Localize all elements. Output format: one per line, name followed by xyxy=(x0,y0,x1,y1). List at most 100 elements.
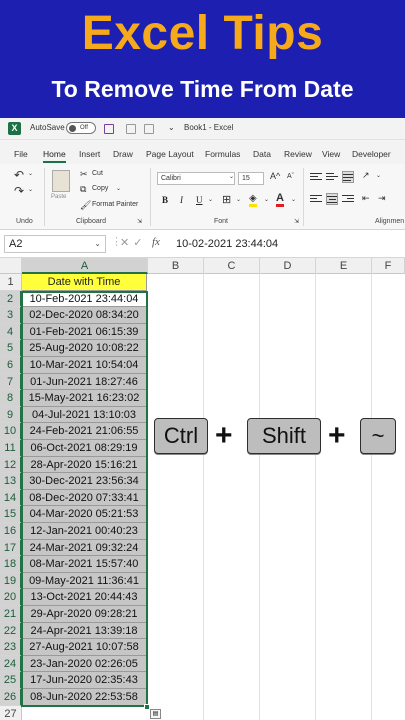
table-cell[interactable]: 01-Jun-2021 18:27:46 xyxy=(22,373,147,391)
table-cell[interactable]: 23-Jan-2020 02:26:05 xyxy=(22,655,147,673)
format-painter-icon[interactable]: 🖌 xyxy=(80,200,91,211)
redo-icon[interactable]: ↷ xyxy=(14,184,24,198)
row-header[interactable]: 8 xyxy=(0,390,22,407)
table-cell[interactable]: 06-Oct-2021 08:29:19 xyxy=(22,440,147,457)
align-center-icon[interactable] xyxy=(326,193,338,205)
column-header-e[interactable]: E xyxy=(316,258,372,274)
row-header[interactable]: 16 xyxy=(0,523,22,540)
table-cell[interactable]: 08-Dec-2020 07:33:41 xyxy=(22,489,147,507)
format-painter-label[interactable]: Format Painter xyxy=(92,201,138,208)
bold-button[interactable]: B xyxy=(162,195,168,205)
row-header[interactable]: 2 xyxy=(0,290,22,308)
table-cell[interactable]: 24-Apr-2021 13:39:18 xyxy=(22,622,147,640)
align-left-icon[interactable] xyxy=(310,193,322,205)
insert-function-icon[interactable]: fx xyxy=(152,236,160,248)
chevron-down-icon[interactable]: ⌄ xyxy=(94,236,101,252)
font-name-select[interactable]: Calibri xyxy=(157,172,235,185)
tab-data[interactable]: Data xyxy=(253,149,271,159)
font-launcher-icon[interactable]: ⇲ xyxy=(294,218,299,225)
row-header[interactable]: 23 xyxy=(0,639,22,656)
table-cell[interactable]: 13-Oct-2021 20:44:43 xyxy=(22,589,147,606)
tab-formulas[interactable]: Formulas xyxy=(205,149,240,159)
copy-label[interactable]: Copy xyxy=(92,185,108,192)
column-header-b[interactable]: B xyxy=(148,258,204,274)
formula-input[interactable]: 10-02-2021 23:44:04 xyxy=(168,235,403,253)
row-header[interactable]: 26 xyxy=(0,689,22,706)
row-header[interactable]: 20 xyxy=(0,589,22,606)
increase-indent-icon[interactable]: ⇥ xyxy=(378,193,386,204)
row-header[interactable]: 22 xyxy=(0,622,22,640)
redo-dropdown-icon[interactable]: ⌄ xyxy=(28,186,33,193)
align-right-icon[interactable] xyxy=(342,193,354,205)
row-header[interactable]: 4 xyxy=(0,323,22,341)
borders-dropdown-icon[interactable]: ⌄ xyxy=(236,196,241,203)
column-header-a[interactable]: A xyxy=(22,258,148,274)
row-header[interactable]: 21 xyxy=(0,606,22,623)
table-cell[interactable]: 01-Feb-2021 06:15:39 xyxy=(22,323,147,341)
row-header[interactable]: 25 xyxy=(0,672,22,689)
decrease-font-icon[interactable]: Aˇ xyxy=(287,173,294,180)
undo-icon[interactable]: ↶ xyxy=(14,168,24,182)
increase-font-icon[interactable]: A^ xyxy=(270,171,280,181)
font-color-icon[interactable]: A xyxy=(276,192,284,207)
orientation-icon[interactable]: ↗ xyxy=(362,170,370,181)
clipboard-launcher-icon[interactable]: ⇲ xyxy=(137,218,142,225)
font-color-dropdown-icon[interactable]: ⌄ xyxy=(291,196,296,203)
table-cell[interactable]: 09-May-2021 11:36:41 xyxy=(22,572,147,590)
underline-dropdown-icon[interactable]: ⌄ xyxy=(208,196,213,203)
align-middle-icon[interactable] xyxy=(326,171,338,183)
copy-dropdown-icon[interactable]: ⌄ xyxy=(116,185,121,192)
table-cell[interactable]: 24-Mar-2021 09:32:24 xyxy=(22,539,147,557)
row-header[interactable]: 24 xyxy=(0,655,22,673)
table-cell[interactable]: 29-Apr-2020 09:28:21 xyxy=(22,606,147,623)
row-header[interactable]: 17 xyxy=(0,539,22,557)
row-header[interactable]: 5 xyxy=(0,340,22,357)
borders-icon[interactable]: ⊞ xyxy=(222,193,231,206)
row-header[interactable]: 9 xyxy=(0,406,22,424)
row-header[interactable]: 14 xyxy=(0,489,22,507)
fill-color-dropdown-icon[interactable]: ⌄ xyxy=(264,196,269,203)
table-cell[interactable]: 27-Aug-2021 10:07:58 xyxy=(22,639,147,656)
row-header[interactable]: 1 xyxy=(0,274,22,291)
table-cell[interactable]: 12-Jan-2021 00:40:23 xyxy=(22,523,147,540)
customize-qa-icon[interactable]: ⌄ xyxy=(168,123,175,132)
align-top-icon[interactable] xyxy=(310,171,322,183)
table-cell[interactable]: 02-Dec-2020 08:34:20 xyxy=(22,307,147,324)
cancel-enter-icons[interactable]: ✕✓ xyxy=(120,236,146,249)
row-header[interactable]: 19 xyxy=(0,572,22,590)
orientation-dropdown-icon[interactable]: ⌄ xyxy=(376,172,381,179)
italic-button[interactable]: I xyxy=(180,195,183,205)
row-header[interactable]: 27 xyxy=(0,705,22,720)
tab-review[interactable]: Review xyxy=(284,149,312,159)
paste-label[interactable]: Paste xyxy=(51,194,66,200)
table-cell[interactable]: 24-Feb-2021 21:06:55 xyxy=(22,423,147,440)
row-header[interactable]: 11 xyxy=(0,440,22,457)
row-header[interactable]: 12 xyxy=(0,456,22,474)
column-header-c[interactable]: C xyxy=(204,258,260,274)
row-header[interactable]: 3 xyxy=(0,307,22,324)
paste-icon[interactable] xyxy=(52,170,70,192)
column-header-f[interactable]: F xyxy=(372,258,405,274)
row-header[interactable]: 15 xyxy=(0,506,22,523)
autosave-toggle[interactable]: Off xyxy=(66,122,96,134)
tab-developer[interactable]: Developer xyxy=(352,149,391,159)
select-all-corner[interactable] xyxy=(0,258,22,274)
font-name-dropdown-icon[interactable]: ⌄ xyxy=(229,173,234,180)
decrease-indent-icon[interactable]: ⇤ xyxy=(362,193,370,204)
table-cell[interactable]: 17-Jun-2020 02:35:43 xyxy=(22,672,147,689)
table-cell[interactable]: 10-Feb-2021 23:44:04 xyxy=(22,290,147,308)
tab-page-layout[interactable]: Page Layout xyxy=(146,149,194,159)
table-cell[interactable]: 04-Jul-2021 13:10:03 xyxy=(22,406,147,424)
cut-label[interactable]: Cut xyxy=(92,170,103,177)
fill-color-icon[interactable]: ◈ xyxy=(249,193,257,207)
underline-button[interactable]: U xyxy=(196,195,203,205)
column-header-d[interactable]: D xyxy=(260,258,316,274)
table-cell[interactable]: 15-May-2021 16:23:02 xyxy=(22,390,147,407)
align-bottom-icon[interactable] xyxy=(342,171,354,183)
redo-qa-icon[interactable] xyxy=(144,124,154,134)
row-header[interactable]: 18 xyxy=(0,556,22,573)
table-cell[interactable]: 30-Dec-2021 23:56:34 xyxy=(22,473,147,490)
tab-view[interactable]: View xyxy=(322,149,340,159)
undo-qa-icon[interactable] xyxy=(126,124,136,134)
cut-icon[interactable]: ✂ xyxy=(80,169,88,180)
